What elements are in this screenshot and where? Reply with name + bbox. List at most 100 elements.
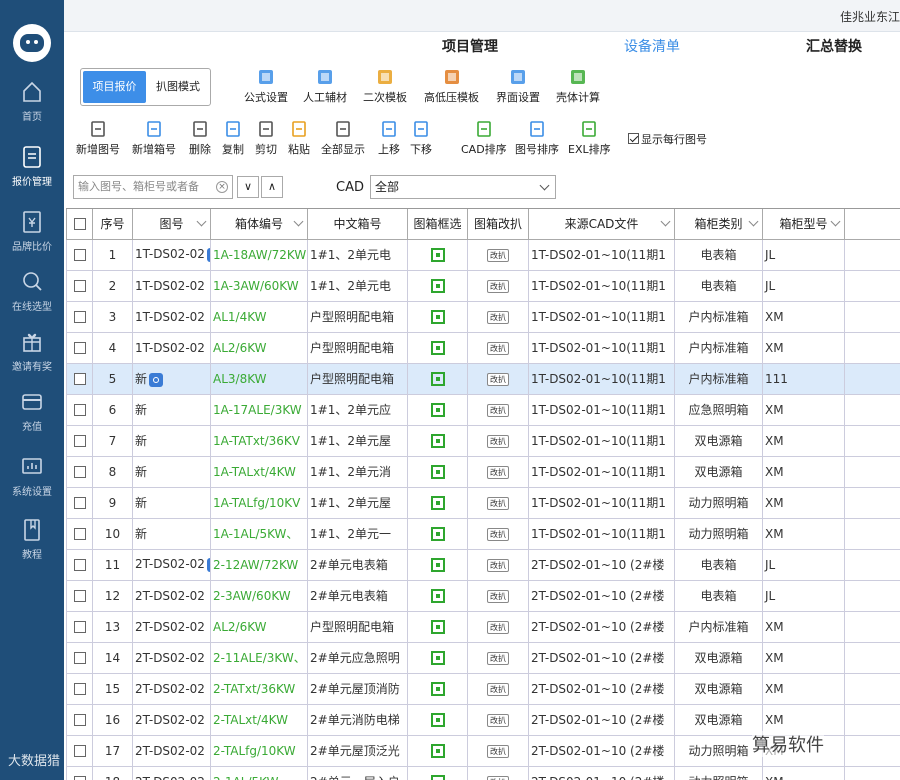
frame-select-cell[interactable] [407, 579, 468, 612]
row-checkbox[interactable] [66, 486, 93, 519]
source-cad-cell[interactable]: 2T-DS02-01~10 (2#楼 [528, 703, 675, 736]
frame-select-icon[interactable] [430, 650, 445, 665]
regrab-cell[interactable]: 改扒 [467, 300, 529, 333]
regrab-cell[interactable]: 改扒 [467, 362, 529, 395]
frame-select-cell[interactable] [407, 331, 468, 364]
regrab-cell[interactable]: 改扒 [467, 486, 529, 519]
chinese-box-name-cell[interactable]: 户型照明配电箱 [307, 610, 408, 643]
chinese-box-name-cell[interactable]: 1#1、2单元应 [307, 393, 408, 426]
drawing-number-cell[interactable]: 2T-DS02-02 [132, 641, 211, 674]
tab-equipment-list[interactable]: 设备清单 [624, 36, 680, 56]
regrab-cell[interactable]: 改扒 [467, 610, 529, 643]
source-cad-cell[interactable]: 1T-DS02-01~10(11期1 [528, 424, 675, 457]
frame-select-icon[interactable] [430, 743, 445, 758]
source-cad-cell[interactable]: 1T-DS02-01~10(11期1 [528, 362, 675, 395]
row-checkbox[interactable] [66, 641, 93, 674]
row-checkbox[interactable] [66, 548, 93, 581]
extra-cell[interactable] [844, 424, 900, 457]
regrab-cell[interactable]: 改扒 [467, 672, 529, 705]
regrab-button[interactable]: 改扒 [487, 497, 509, 510]
toolbar2-button-2[interactable]: 删除 [189, 120, 211, 157]
drawing-number-cell[interactable]: 2T-DS02-02 [132, 734, 211, 767]
extra-cell[interactable] [844, 641, 900, 674]
extra-cell[interactable] [844, 331, 900, 364]
regrab-button[interactable]: 改扒 [487, 342, 509, 355]
project-quote-button[interactable]: 项目报价 [83, 71, 146, 103]
extra-cell[interactable] [844, 300, 900, 333]
row-checkbox[interactable] [66, 238, 93, 271]
cabinet-category-cell[interactable]: 动力照明箱 [674, 765, 763, 780]
chevron-down-icon[interactable] [748, 216, 759, 227]
frame-select-icon[interactable] [430, 340, 445, 355]
frame-select-cell[interactable] [407, 610, 468, 643]
box-number-cell[interactable]: AL2/6KW [210, 331, 308, 364]
extra-cell[interactable] [844, 393, 900, 426]
link-icon[interactable] [149, 372, 164, 387]
regrab-button[interactable]: 改扒 [487, 621, 509, 634]
frame-select-cell[interactable] [407, 703, 468, 736]
cabinet-category-cell[interactable]: 双电源箱 [674, 672, 763, 705]
extra-cell[interactable] [844, 734, 900, 767]
cabinet-category-cell[interactable]: 应急照明箱 [674, 393, 763, 426]
chinese-box-name-cell[interactable]: 2#单元消防电梯 [307, 703, 408, 736]
chinese-box-name-cell[interactable]: 2#单元电表箱 [307, 548, 408, 581]
regrab-cell[interactable]: 改扒 [467, 734, 529, 767]
regrab-button[interactable]: 改扒 [487, 373, 509, 386]
frame-select-icon[interactable] [430, 588, 445, 603]
row-checkbox[interactable] [66, 672, 93, 705]
drawing-number-cell[interactable]: 新 [132, 517, 211, 550]
source-cad-cell[interactable]: 2T-DS02-01~10 (2#楼 [528, 734, 675, 767]
sidebar-item-7[interactable]: 教程 [0, 518, 64, 561]
drawing-number-cell[interactable]: 2T-DS02-02 [132, 703, 211, 736]
chevron-down-icon[interactable] [196, 216, 207, 227]
chinese-box-name-cell[interactable]: 1#1、2单元屋 [307, 424, 408, 457]
frame-select-cell[interactable] [407, 548, 468, 581]
row-checkbox[interactable] [66, 424, 93, 457]
column-header[interactable]: 图箱改扒 [467, 209, 529, 240]
frame-select-cell[interactable] [407, 734, 468, 767]
cabinet-category-cell[interactable]: 户内标准箱 [674, 362, 763, 395]
select-all-checkbox[interactable] [66, 209, 93, 240]
toolbar2-button-7[interactable]: 上移 [378, 120, 400, 157]
toolbar2-button-8[interactable]: 下移 [410, 120, 432, 157]
table-row[interactable]: 1 1T-DS02-02 1A-18AW/72KW 1#1、2单元电 改扒 1T-DS02… [66, 238, 900, 271]
toolbar-button-0[interactable]: 公式设置 [244, 68, 288, 105]
chevron-down-icon[interactable] [830, 216, 841, 227]
box-number-cell[interactable]: 2-1AL/5KW [210, 765, 308, 780]
regrab-button[interactable]: 改扒 [487, 559, 509, 572]
source-cad-cell[interactable]: 2T-DS02-01~10 (2#楼 [528, 610, 675, 643]
grab-mode-button[interactable]: 扒图模式 [147, 71, 209, 103]
regrab-cell[interactable]: 改扒 [467, 393, 529, 426]
toolbar2-button-11[interactable]: EXL排序 [568, 120, 611, 157]
frame-select-icon[interactable] [430, 371, 445, 386]
cabinet-category-cell[interactable]: 双电源箱 [674, 424, 763, 457]
cabinet-category-cell[interactable]: 电表箱 [674, 238, 763, 271]
extra-cell[interactable] [844, 579, 900, 612]
row-checkbox[interactable] [66, 610, 93, 643]
regrab-cell[interactable]: 改扒 [467, 703, 529, 736]
chinese-box-name-cell[interactable]: 2#单元应急照明 [307, 641, 408, 674]
regrab-button[interactable]: 改扒 [487, 776, 509, 780]
sidebar-item-4[interactable]: 邀请有奖 [0, 330, 64, 373]
row-checkbox[interactable] [66, 734, 93, 767]
frame-select-cell[interactable] [407, 424, 468, 457]
sidebar-item-5[interactable]: 充值 [0, 390, 64, 433]
toolbar2-button-3[interactable]: 复制 [222, 120, 244, 157]
source-cad-cell[interactable]: 1T-DS02-01~10(11期1 [528, 238, 675, 271]
regrab-cell[interactable]: 改扒 [467, 269, 529, 302]
show-each-row-checkbox[interactable]: 显示每行图号 [628, 131, 707, 147]
cabinet-category-cell[interactable]: 电表箱 [674, 548, 763, 581]
source-cad-cell[interactable]: 2T-DS02-01~10 (2#楼 [528, 579, 675, 612]
chinese-box-name-cell[interactable]: 户型照明配电箱 [307, 331, 408, 364]
cabinet-model-cell[interactable]: XM [762, 393, 845, 426]
column-header[interactable]: 型 [844, 209, 900, 240]
extra-cell[interactable] [844, 672, 900, 705]
table-row[interactable]: 13 2T-DS02-02 AL2/6KW 户型照明配电箱 改扒 2T-DS02-01~1… [66, 610, 900, 643]
regrab-button[interactable]: 改扒 [487, 528, 509, 541]
cabinet-model-cell[interactable]: XM [762, 331, 845, 364]
column-header[interactable]: 来源CAD文件 [528, 209, 675, 240]
extra-cell[interactable] [844, 610, 900, 643]
source-cad-cell[interactable]: 2T-DS02-01~10 (2#楼 [528, 641, 675, 674]
clear-icon[interactable]: × [216, 181, 228, 193]
cabinet-category-cell[interactable]: 动力照明箱 [674, 486, 763, 519]
